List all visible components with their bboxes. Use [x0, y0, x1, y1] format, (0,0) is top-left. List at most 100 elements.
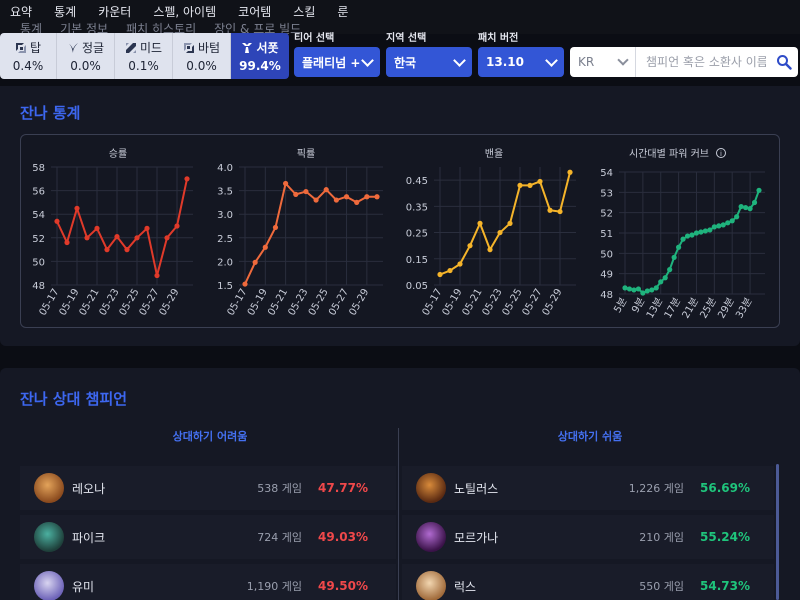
- chart-3: 시간대별 파워 커브 i 48 49 50 51 52 53 54 5분 9분13분17분21분25…: [600, 147, 765, 320]
- stats-chart-card: 승률 48 50 52 54 56 58 05-17 05-19 05-21 05-23 05-25 0…: [20, 134, 780, 328]
- lane-mid-button[interactable]: 미드 0.1%: [115, 33, 173, 79]
- data-point: [303, 188, 309, 195]
- data-point: [364, 194, 370, 200]
- games-count: 210 게임: [639, 531, 684, 544]
- x-tick-label: 05-29: [541, 287, 565, 318]
- y-tick-label: 2.5: [217, 234, 233, 245]
- tier-select[interactable]: 플래티넘 +: [294, 47, 380, 77]
- data-point: [174, 223, 180, 229]
- data-point: [649, 287, 655, 293]
- y-tick-label: 48: [32, 281, 45, 292]
- champion-name: 레오나: [72, 481, 106, 496]
- y-tick-label: 54: [32, 210, 45, 221]
- data-point: [738, 203, 744, 210]
- chart-0: 승률48505254565805-1705-1905-2105-2305-250…: [32, 148, 193, 318]
- x-tick-label: 25분: [698, 296, 719, 321]
- data-point: [702, 228, 709, 234]
- games-count: 550 게임: [639, 580, 684, 593]
- games-count: 1,190 게임: [246, 580, 302, 593]
- data-point: [626, 286, 633, 292]
- games-count: 1,226 게임: [628, 482, 684, 495]
- y-tick-label: 51: [600, 229, 613, 240]
- easy-counter-row[interactable]: 모르가나 210 게임 55.24%: [402, 515, 774, 559]
- games-count: 724 게임: [257, 531, 302, 544]
- data-point: [698, 229, 704, 235]
- data-point: [671, 254, 677, 260]
- patch-select-group: 패치 버전 13.10: [478, 33, 564, 77]
- champion-name: 유미: [72, 579, 95, 594]
- search-box: KR: [570, 47, 798, 77]
- lane-mid-pct: 0.1%: [128, 59, 159, 73]
- patch-select[interactable]: 13.10: [478, 47, 564, 77]
- win-rate: 49.50%: [318, 579, 368, 593]
- win-rate: 55.24%: [700, 530, 750, 544]
- nav-item-skills[interactable]: 스킬: [293, 3, 315, 20]
- search-input[interactable]: [646, 55, 766, 69]
- region-select-label: 지역 선택: [386, 33, 427, 44]
- chevron-down-icon: [453, 53, 466, 67]
- mid-lane-icon: [125, 42, 136, 53]
- nav-item-counter[interactable]: 카운터: [98, 3, 131, 20]
- champion-name: 노틸러스: [454, 481, 499, 496]
- region-select-group: 지역 선택 한국: [386, 33, 472, 77]
- search-icon[interactable]: [776, 54, 792, 70]
- data-point: [734, 214, 740, 220]
- column-divider: [398, 428, 399, 600]
- data-point: [684, 233, 691, 239]
- lane-support-button[interactable]: 서폿 99.4%: [231, 33, 289, 79]
- lane-bottom-label: 바텀: [197, 41, 221, 55]
- data-point: [707, 227, 713, 233]
- tier-select-value: 플래티넘 +: [302, 55, 361, 70]
- y-tick-label: 50: [32, 257, 45, 268]
- lane-support-pct: 99.4%: [239, 59, 281, 73]
- y-tick-label: 3.0: [217, 210, 233, 221]
- easy-counter-row[interactable]: 럭스 550 게임 54.73%: [402, 564, 774, 600]
- data-point: [497, 229, 503, 236]
- chart-title: 픽률: [297, 148, 315, 160]
- data-point: [720, 222, 726, 228]
- hard-counter-row[interactable]: 유미 1,190 게임 49.50%: [20, 564, 396, 600]
- x-tick-label: 29분: [715, 296, 736, 321]
- y-tick-label: 58: [32, 163, 45, 174]
- champion-name: 파이크: [72, 530, 106, 545]
- info-icon-glyph: i: [720, 150, 722, 158]
- counters-panel: 잔나 상대 챔피언 상대하기 어려움 상대하기 쉬움 레오나 538 게임 47…: [0, 368, 800, 600]
- data-point: [293, 191, 299, 197]
- lane-jungle-button[interactable]: 정글 0.0%: [57, 33, 115, 79]
- data-point: [622, 285, 628, 291]
- data-point: [729, 218, 735, 224]
- data-point: [354, 199, 360, 205]
- hard-counter-row[interactable]: 레오나 538 게임 47.77%: [20, 466, 396, 510]
- nav-item-runes[interactable]: 룬: [337, 3, 348, 20]
- search-region-select[interactable]: KR: [570, 47, 636, 77]
- lane-selector: 탑 0.4% 정글 0.0% 미드 0.1% 바텀 0.0% 서폿 99.4%: [0, 33, 289, 79]
- win-rate: 47.77%: [318, 481, 368, 495]
- data-point: [507, 220, 513, 226]
- x-tick-label: 05-29: [347, 287, 371, 318]
- patch-select-value: 13.10: [486, 55, 524, 69]
- nav-item-core-items[interactable]: 코어템: [238, 3, 271, 20]
- data-point: [689, 232, 695, 238]
- data-point: [242, 281, 248, 287]
- lane-bottom-button[interactable]: 바텀 0.0%: [173, 33, 231, 79]
- region-select[interactable]: 한국: [386, 47, 472, 77]
- data-point: [374, 194, 380, 200]
- data-point: [144, 225, 150, 231]
- data-point: [74, 205, 80, 211]
- data-point: [644, 288, 650, 294]
- nav-item-summary[interactable]: 요약: [10, 3, 32, 20]
- x-tick-label: 21분: [680, 296, 701, 321]
- easy-counter-row[interactable]: 노틸러스 1,226 게임 56.69%: [402, 466, 774, 510]
- data-point: [711, 224, 717, 230]
- nav-item-spells-items[interactable]: 스펠, 아이템: [153, 3, 216, 20]
- tier-select-group: 티어 선택 플래티넘 +: [294, 33, 380, 77]
- lane-top-button[interactable]: 탑 0.4%: [0, 33, 57, 79]
- lane-support-label: 서폿: [256, 41, 279, 55]
- lane-top-label: 탑: [29, 41, 42, 55]
- data-point: [104, 247, 110, 253]
- champion-avatar-yuumi: [34, 571, 64, 600]
- scrollbar[interactable]: [776, 464, 779, 600]
- hard-counter-row[interactable]: 파이크 724 게임 49.03%: [20, 515, 396, 559]
- bottom-lane-icon: [183, 42, 194, 53]
- nav-item-stats[interactable]: 통계: [54, 3, 76, 20]
